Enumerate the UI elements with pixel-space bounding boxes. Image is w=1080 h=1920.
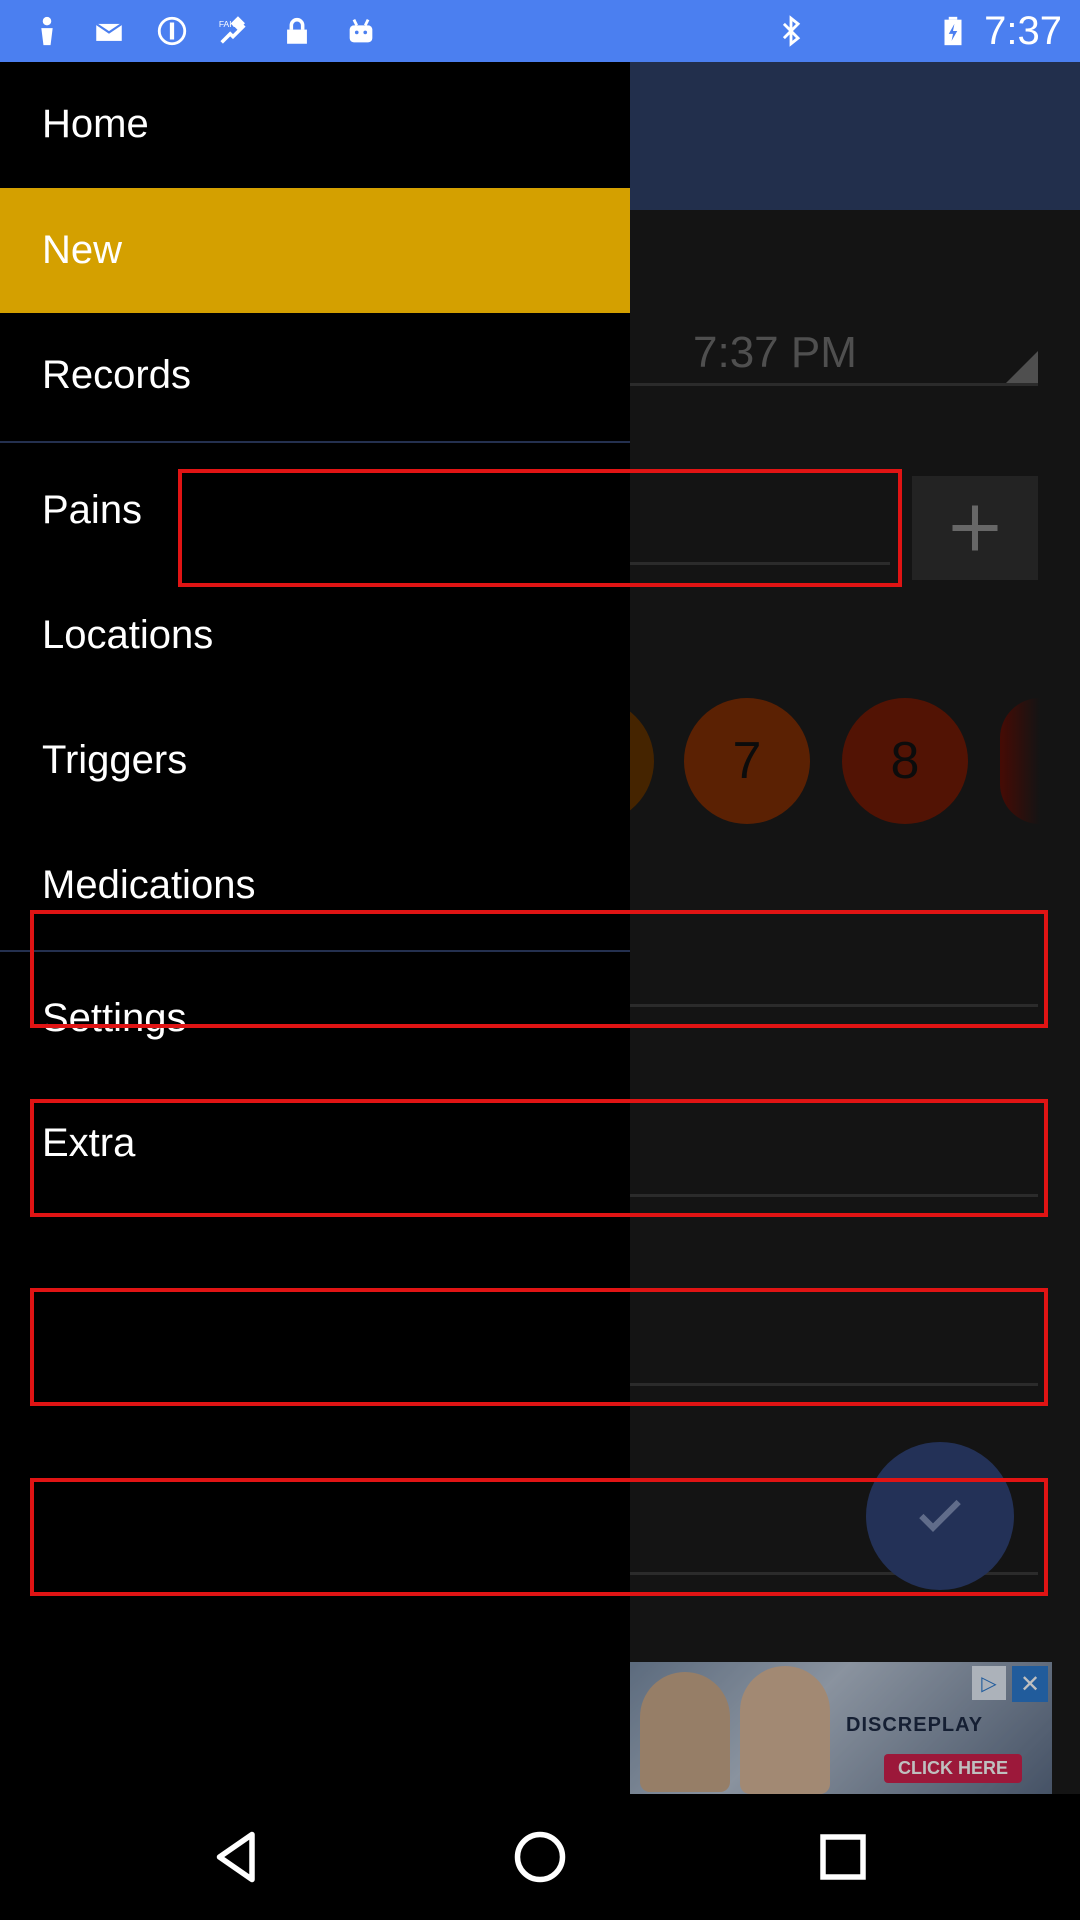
back-icon[interactable] (204, 1824, 270, 1890)
drawer-item-new[interactable]: New (0, 188, 630, 313)
recents-icon[interactable] (810, 1824, 876, 1890)
bluetooth-icon (772, 12, 810, 50)
drawer-item-label: Pains (42, 488, 143, 532)
system-nav-bar (0, 1794, 1080, 1920)
drawer-item-locations[interactable]: Locations (0, 573, 630, 698)
drawer-item-label: Triggers (42, 738, 188, 782)
highlight-box (30, 1288, 1048, 1406)
info-circle-icon (153, 12, 191, 50)
drawer-item-home[interactable]: Home (0, 62, 630, 187)
status-bar: FAKE 7:37 (0, 0, 1080, 62)
drawer-item-label: Records (42, 353, 191, 397)
drawer-divider (0, 441, 630, 443)
mail-icon (90, 12, 128, 50)
person-icon (28, 12, 66, 50)
drawer-item-label: Locations (42, 613, 214, 657)
home-icon[interactable] (507, 1824, 573, 1890)
highlight-box (30, 910, 1048, 1028)
drawer-item-label: Home (42, 102, 149, 146)
battery-charging-icon (934, 12, 972, 50)
drawer-item-triggers[interactable]: Triggers (0, 698, 630, 823)
status-time: 7:37 (984, 9, 1062, 53)
highlight-box (30, 1478, 1048, 1596)
lock-icon (278, 12, 316, 50)
svg-text:FAKE: FAKE (219, 19, 241, 29)
drawer-item-label: New (42, 228, 123, 272)
android-icon (342, 12, 380, 50)
highlight-box (178, 469, 902, 587)
highlight-box (30, 1099, 1048, 1217)
drawer-item-records[interactable]: Records (0, 313, 630, 438)
drawer-item-label: Medications (42, 863, 256, 907)
fake-gps-icon: FAKE (214, 12, 252, 50)
